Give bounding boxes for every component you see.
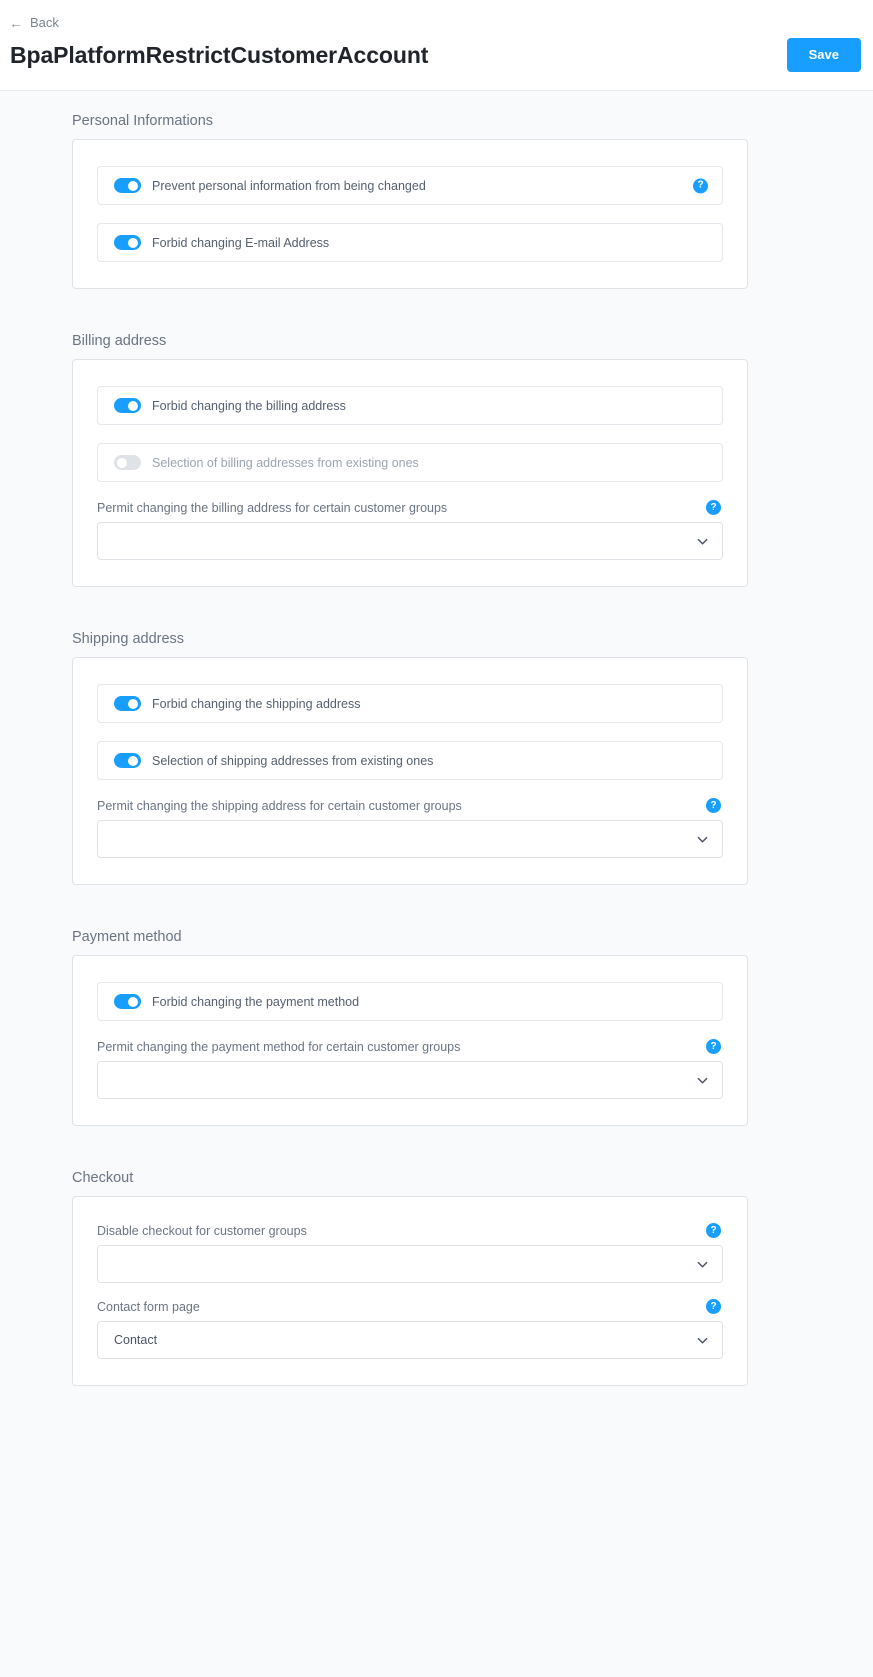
field-label: Disable checkout for customer groups xyxy=(97,1223,307,1238)
header-title-row: BpaPlatformRestrictCustomerAccount Save xyxy=(0,30,873,72)
toggle-label: Forbid changing the payment method xyxy=(152,994,360,1009)
select-field: Permit changing the payment method for c… xyxy=(97,1039,723,1099)
field-label: Permit changing the shipping address for… xyxy=(97,798,462,813)
section-card: Forbid changing the shipping address Sele… xyxy=(72,657,748,885)
help-icon[interactable]: ? xyxy=(706,1223,721,1238)
toggle-label: Selection of billing addresses from exis… xyxy=(152,455,419,470)
toggle-row[interactable]: Selection of shipping addresses from exi… xyxy=(97,741,723,780)
section-card: Forbid changing the billing address Selec… xyxy=(72,359,748,587)
toggle-switch[interactable] xyxy=(114,455,141,470)
chevron-down-icon xyxy=(697,1259,708,1270)
field-header: Permit changing the billing address for … xyxy=(97,500,723,515)
select-box[interactable] xyxy=(97,1061,723,1099)
field-header: Contact form page? xyxy=(97,1299,723,1314)
section-title: Checkout xyxy=(72,1170,134,1186)
toggle-row[interactable]: Forbid changing the payment method xyxy=(97,982,723,1021)
select-box[interactable] xyxy=(97,522,723,560)
chevron-down-icon xyxy=(697,1075,708,1086)
section-shipping-address: Shipping address Forbid changing the ship… xyxy=(72,631,748,929)
section-title: Personal Informations xyxy=(72,113,214,129)
toggle-switch[interactable] xyxy=(114,178,141,193)
toggle-label: Selection of shipping addresses from exi… xyxy=(152,753,434,768)
chevron-down-icon xyxy=(697,536,708,547)
select-box[interactable] xyxy=(97,820,723,858)
page-header: ← Back BpaPlatformRestrictCustomerAccoun… xyxy=(0,0,873,91)
settings-content: Personal Informations Prevent personal in… xyxy=(0,91,873,1430)
toggle-label: Forbid changing the billing address xyxy=(152,398,346,413)
section-title: Payment method xyxy=(72,929,182,945)
help-icon[interactable]: ? xyxy=(693,178,708,193)
toggle-switch[interactable] xyxy=(114,398,141,413)
toggle-knob xyxy=(128,237,138,248)
section-card: Prevent personal information from being … xyxy=(72,139,748,289)
toggle-switch[interactable] xyxy=(114,235,141,250)
toggle-label: Forbid changing the shipping address xyxy=(152,696,361,711)
section-billing-address: Billing address Forbid changing the billi… xyxy=(72,333,748,631)
help-icon[interactable]: ? xyxy=(706,798,721,813)
toggle-label: Prevent personal information from being … xyxy=(152,178,426,193)
toggle-row[interactable]: Forbid changing E-mail Address xyxy=(97,223,723,262)
toggle-knob xyxy=(128,755,138,766)
select-box[interactable]: Contact xyxy=(97,1321,723,1359)
section-checkout: Checkout Disable checkout for customer gr… xyxy=(72,1170,748,1430)
field-header: Disable checkout for customer groups? xyxy=(97,1223,723,1238)
toggle-row[interactable]: Prevent personal information from being … xyxy=(97,166,723,205)
toggle-switch[interactable] xyxy=(114,753,141,768)
field-label: Contact form page xyxy=(97,1299,200,1314)
chevron-down-icon xyxy=(697,1335,708,1346)
page-title: BpaPlatformRestrictCustomerAccount xyxy=(10,41,429,68)
select-box[interactable] xyxy=(97,1245,723,1283)
arrow-left-icon: ← xyxy=(9,14,23,31)
toggle-row[interactable]: Forbid changing the shipping address xyxy=(97,684,723,723)
toggle-knob xyxy=(128,698,138,709)
toggle-switch[interactable] xyxy=(114,696,141,711)
select-value: Contact xyxy=(114,1333,158,1347)
select-field: Contact form page? Contact xyxy=(97,1299,723,1359)
chevron-down-icon xyxy=(697,834,708,845)
field-header: Permit changing the shipping address for… xyxy=(97,798,723,813)
select-field: Disable checkout for customer groups? xyxy=(97,1223,723,1283)
field-label: Permit changing the billing address for … xyxy=(97,500,448,515)
back-link[interactable]: ← Back xyxy=(0,10,59,30)
help-icon[interactable]: ? xyxy=(706,1299,721,1314)
toggle-knob xyxy=(128,180,138,191)
toggle-switch[interactable] xyxy=(114,994,141,1009)
section-card: Forbid changing the payment method Permit… xyxy=(72,955,748,1126)
section-title: Shipping address xyxy=(72,631,185,647)
toggle-knob xyxy=(117,457,127,468)
section-payment-method: Payment method Forbid changing the paymen… xyxy=(72,929,748,1170)
help-icon[interactable]: ? xyxy=(706,500,721,515)
save-button[interactable]: Save xyxy=(786,38,861,72)
back-label: Back xyxy=(30,15,59,30)
help-icon[interactable]: ? xyxy=(706,1039,721,1054)
section-personal-informations: Personal Informations Prevent personal in… xyxy=(72,113,748,333)
toggle-knob xyxy=(128,996,138,1007)
field-header: Permit changing the payment method for c… xyxy=(97,1039,723,1054)
select-field: Permit changing the shipping address for… xyxy=(97,798,723,858)
section-title: Billing address xyxy=(72,333,167,349)
toggle-row[interactable]: Selection of billing addresses from exis… xyxy=(97,443,723,482)
toggle-row[interactable]: Forbid changing the billing address xyxy=(97,386,723,425)
toggle-label: Forbid changing E-mail Address xyxy=(152,235,330,250)
select-field: Permit changing the billing address for … xyxy=(97,500,723,560)
section-card: Disable checkout for customer groups? Con… xyxy=(72,1196,748,1386)
toggle-knob xyxy=(128,400,138,411)
field-label: Permit changing the payment method for c… xyxy=(97,1039,461,1054)
